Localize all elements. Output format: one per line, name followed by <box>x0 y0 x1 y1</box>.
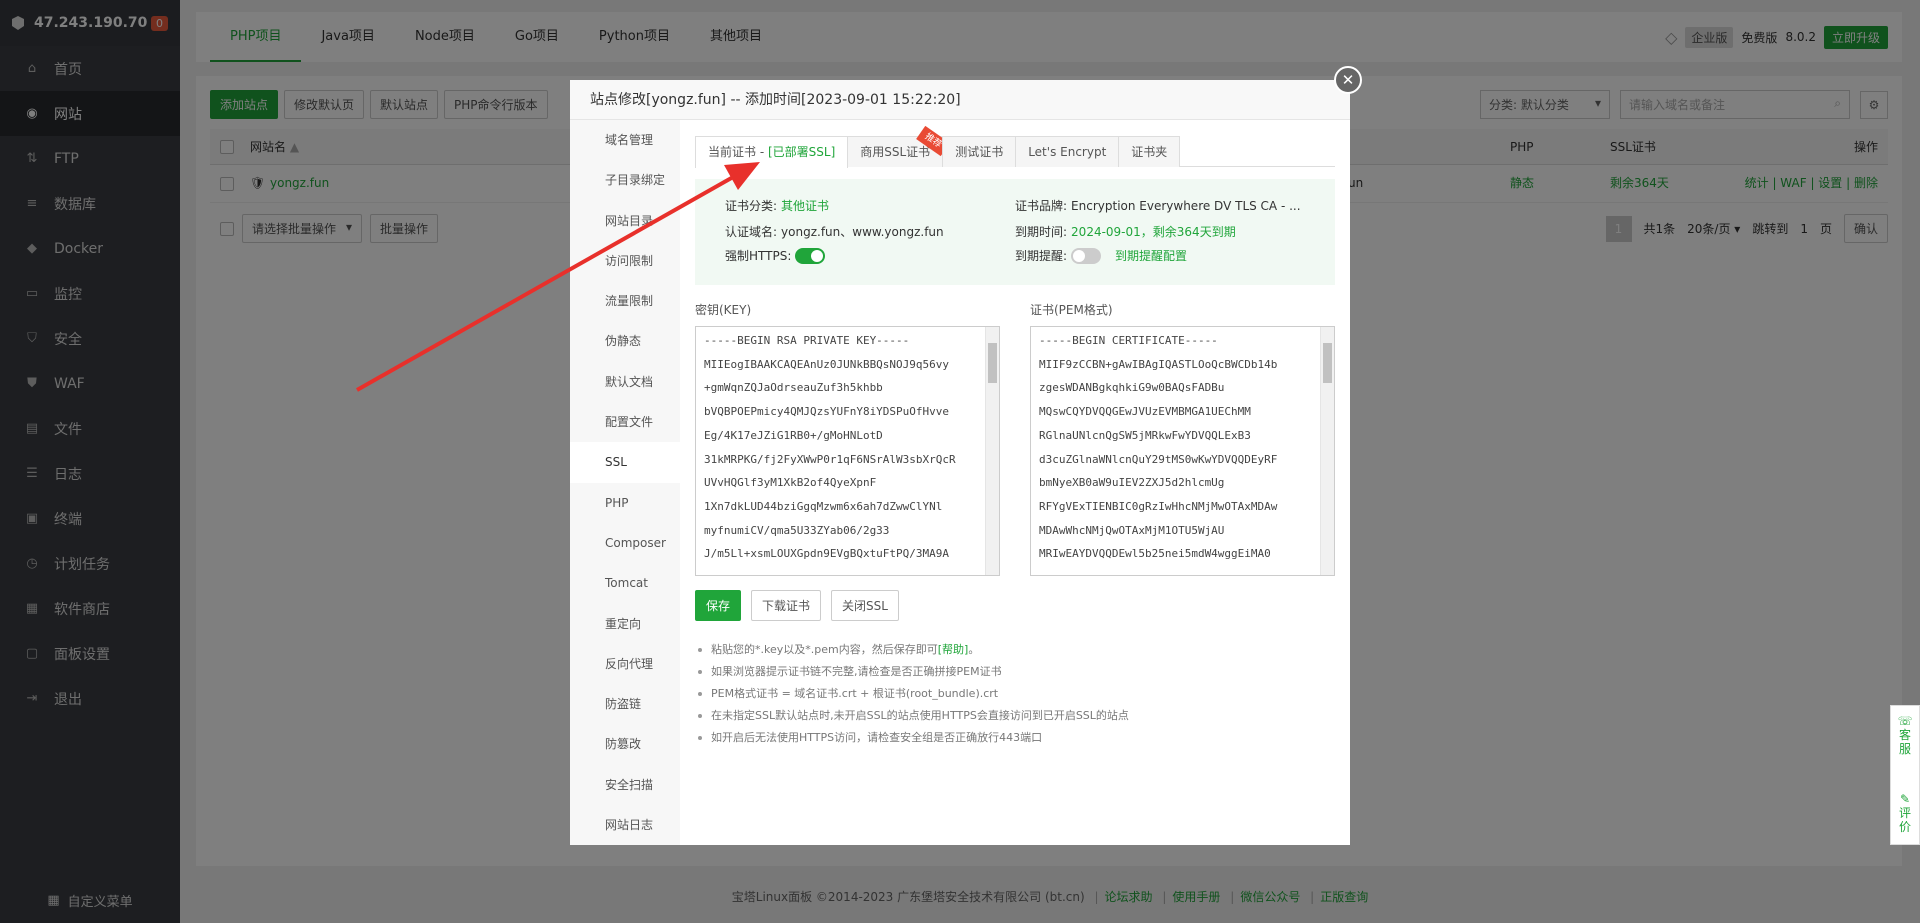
customer-service-button[interactable]: ☏ 客服 <box>1897 714 1913 756</box>
headset-icon: ☏ <box>1897 714 1913 728</box>
service-float: ☏ 客服 ✎ 评价 <box>1890 705 1920 845</box>
review-button[interactable]: ✎ 评价 <box>1898 792 1912 834</box>
annotation-arrow <box>356 162 760 392</box>
edit-icon: ✎ <box>1899 792 1911 806</box>
review-label: 评价 <box>1898 806 1911 834</box>
kefu-label: 客服 <box>1898 728 1911 756</box>
